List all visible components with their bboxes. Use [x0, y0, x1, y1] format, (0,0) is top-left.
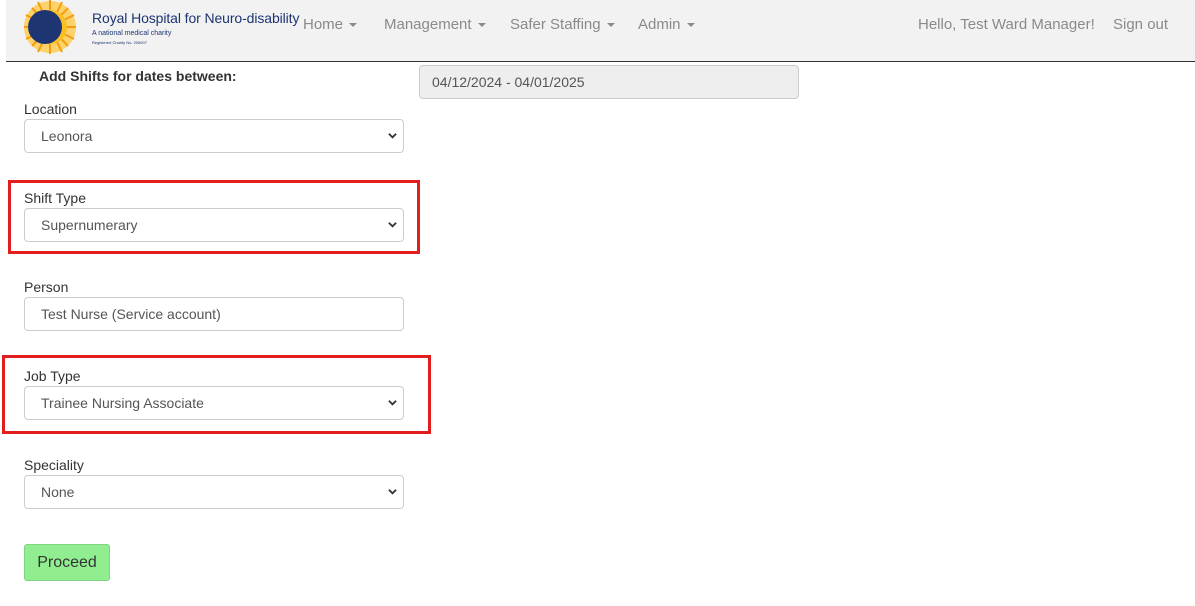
speciality-select[interactable]: None [24, 475, 404, 509]
user-greeting[interactable]: Hello, Test Ward Manager! [918, 16, 1095, 33]
navbar: Royal Hospital for Neuro-disability A na… [6, 0, 1195, 62]
location-value: Leonora [41, 128, 93, 144]
sun-logo-icon [24, 0, 76, 54]
chevron-down-icon [388, 133, 397, 139]
nav-safer-staffing-label: Safer Staffing [510, 16, 601, 33]
logo-charity-number: Registered Charity No. 205907 [92, 40, 147, 45]
chevron-down-icon [388, 489, 397, 495]
shift-type-select[interactable]: Supernumerary [24, 208, 404, 242]
person-value: Test Nurse (Service account) [41, 306, 221, 322]
chevron-down-icon [388, 222, 397, 228]
speciality-label: Speciality [24, 457, 84, 473]
caret-down-icon [686, 23, 695, 28]
person-label: Person [24, 279, 69, 295]
caret-down-icon [477, 23, 486, 28]
job-type-label: Job Type [24, 368, 81, 384]
caret-down-icon [606, 23, 615, 28]
person-input[interactable]: Test Nurse (Service account) [24, 297, 404, 331]
nav-management[interactable]: Management [384, 16, 486, 33]
caret-down-icon [349, 23, 358, 28]
hospital-logo[interactable]: Royal Hospital for Neuro-disability A na… [24, 0, 299, 54]
nav-home-label: Home [303, 16, 344, 33]
speciality-value: None [41, 484, 75, 500]
nav-admin-label: Admin [638, 16, 681, 33]
nav-admin[interactable]: Admin [638, 16, 695, 33]
nav-management-label: Management [384, 16, 472, 33]
nav-home[interactable]: Home [303, 16, 358, 33]
shift-type-value: Supernumerary [41, 217, 138, 233]
job-type-select[interactable]: Trainee Nursing Associate [24, 386, 404, 420]
sign-out-link[interactable]: Sign out [1113, 16, 1168, 33]
proceed-button[interactable]: Proceed [24, 544, 110, 581]
location-label: Location [24, 101, 77, 117]
job-type-value: Trainee Nursing Associate [41, 395, 204, 411]
date-range-input[interactable]: 04/12/2024 - 04/01/2025 [419, 65, 799, 99]
shift-type-label: Shift Type [24, 190, 87, 206]
logo-name: Royal Hospital for Neuro-disability [92, 10, 300, 26]
chevron-down-icon [388, 400, 397, 406]
nav-safer-staffing[interactable]: Safer Staffing [510, 16, 615, 33]
form-heading: Add Shifts for dates between: [39, 68, 237, 84]
logo-tagline: A national medical charity [92, 30, 172, 37]
location-select[interactable]: Leonora [24, 119, 404, 153]
